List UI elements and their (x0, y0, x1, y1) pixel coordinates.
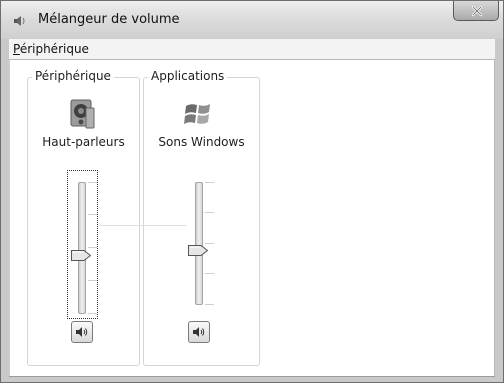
client-bottom-border (9, 376, 495, 377)
speakers-icon[interactable] (66, 98, 98, 130)
master-level-line (100, 225, 186, 226)
sons-windows-label: Sons Windows (158, 135, 245, 149)
speakers-volume-ticks (88, 182, 97, 314)
sons-windows-volume-track[interactable] (195, 182, 203, 305)
device-group-legend: Périphérique (32, 69, 114, 83)
windows-logo-icon[interactable] (182, 98, 214, 130)
menu-bar: Périphérique (9, 39, 495, 60)
menu-mnemonic: P (13, 42, 20, 56)
speakers-label: Haut-parleurs (42, 135, 125, 149)
close-icon (471, 5, 483, 17)
window-title: Mélangeur de volume (38, 12, 180, 27)
speakers-volume-track[interactable] (78, 182, 86, 314)
close-button[interactable] (453, 1, 499, 21)
applications-group-legend: Applications (148, 69, 228, 83)
title-bar[interactable]: Mélangeur de volume (1, 1, 503, 39)
speaker-volume-icon (76, 327, 88, 337)
menu-label: ériphérique (19, 42, 89, 56)
sons-windows-mute-button[interactable] (188, 321, 210, 343)
sons-windows-volume-slider-thumb[interactable] (188, 245, 209, 256)
menu-peripherique[interactable]: Périphérique (13, 42, 89, 56)
speaker-volume-icon (193, 327, 205, 337)
sons-windows-volume-ticks (205, 182, 214, 305)
speakers-mute-button[interactable] (71, 321, 93, 343)
speakers-volume-slider-thumb[interactable] (71, 250, 92, 261)
speaker-mixer-icon (13, 14, 27, 28)
